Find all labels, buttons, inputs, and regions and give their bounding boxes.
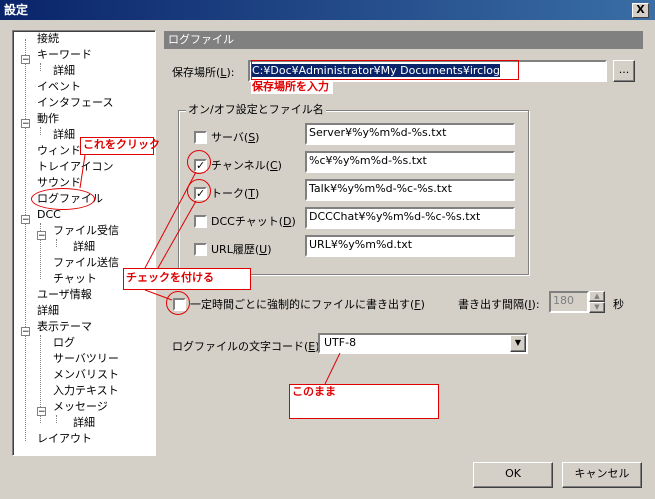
annotation-pointer-lines xyxy=(79,154,341,385)
